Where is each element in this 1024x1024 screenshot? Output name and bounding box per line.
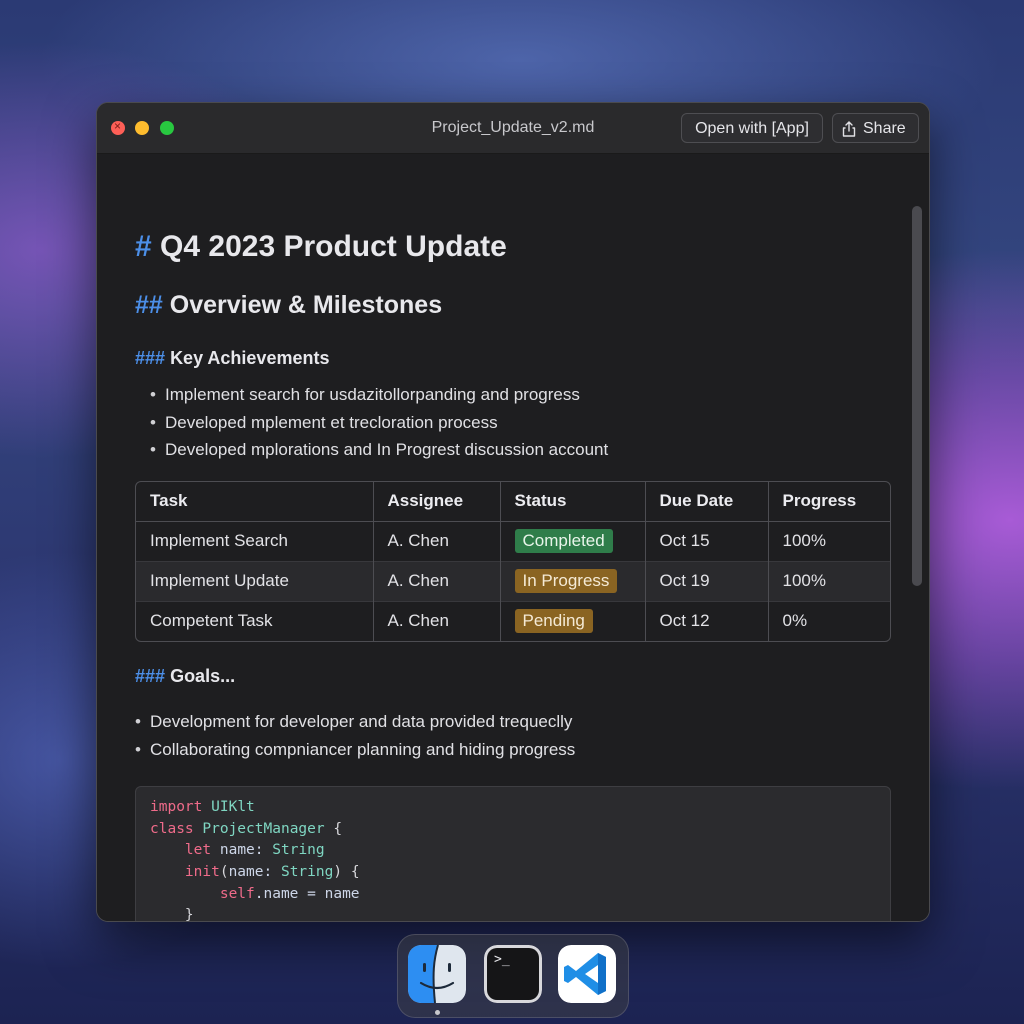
code-punct: } (184, 907, 194, 922)
code-line: class ProjectManager { (150, 821, 342, 837)
task-table: Task Assignee Status Due Date Progress I… (135, 481, 891, 642)
share-button[interactable]: Share (832, 113, 919, 143)
list-item: Developed mplorations and In Progrest di… (150, 436, 608, 464)
h1-text: Q4 2023 Product Update (160, 230, 507, 263)
goals-marker: ### (135, 666, 166, 686)
code-type: String (272, 842, 325, 858)
task-cell: Competent Task (136, 600, 374, 641)
h3-text: Key Achievements (170, 348, 330, 368)
h2-text: Overview & Milestones (169, 291, 443, 319)
running-indicator (435, 1010, 440, 1015)
assignee-cell: A. Chen (373, 560, 501, 601)
due-date-cell: Oct 19 (645, 560, 769, 601)
code-punct: ) { (333, 864, 360, 880)
vscode-icon[interactable] (558, 945, 616, 1003)
list-item: Implement search for usdazitollorpanding… (150, 381, 608, 409)
list-item: Development for developer and data provi… (135, 708, 575, 736)
vertical-scrollbar[interactable] (912, 206, 922, 586)
heading-3-achievements: ### Key Achievements (135, 348, 329, 369)
code-identifier: name: (219, 842, 264, 858)
h3-marker: ### (135, 348, 166, 368)
assignee-cell: A. Chen (373, 600, 501, 641)
code-line: } (150, 907, 194, 922)
code-keyword: import (150, 799, 203, 815)
goals-list: Development for developer and data provi… (135, 708, 575, 763)
code-keyword: let (184, 842, 212, 858)
table-row: Implement Search A. Chen Completed Oct 1… (136, 520, 890, 561)
code-punct: ( (219, 864, 229, 880)
code-line: self.name = name (150, 886, 360, 902)
status-badge-in-progress: In Progress (514, 569, 618, 593)
heading-1: # Q4 2023 Product Update (135, 230, 507, 264)
achievements-list: Implement search for usdazitollorpanding… (150, 381, 608, 464)
table-row: Implement Update A. Chen In Progress Oct… (136, 560, 890, 601)
table-header-row: Task Assignee Status Due Date Progress (136, 482, 890, 522)
status-badge-pending: Pending (514, 609, 593, 634)
progress-cell: 100% (768, 520, 890, 561)
open-with-button[interactable]: Open with [App] (681, 113, 823, 143)
assignee-cell: A. Chen (373, 520, 501, 561)
share-label: Share (863, 120, 906, 137)
heading-3-goals: ### Goals... (135, 666, 235, 687)
dock: >_ (397, 934, 629, 1018)
code-keyword: init (184, 864, 220, 880)
goals-heading-text: Goals... (170, 666, 236, 686)
list-item: Developed mplement et trecloration proce… (150, 409, 608, 437)
terminal-icon[interactable]: >_ (484, 945, 542, 1003)
code-type: ProjectManager (202, 821, 325, 837)
column-header: Due Date (645, 482, 769, 522)
h1-marker: # (135, 230, 152, 263)
progress-cell: 100% (768, 560, 890, 601)
title-bar[interactable]: Project_Update_v2.md Open with [App] Sha… (97, 103, 929, 154)
code-line: import UIKlt (150, 799, 255, 815)
markdown-window: Project_Update_v2.md Open with [App] Sha… (96, 102, 930, 922)
progress-cell: 0% (768, 600, 890, 641)
status-cell: Completed (500, 520, 646, 561)
h2-marker: ## (135, 291, 163, 319)
column-header: Status (500, 482, 646, 522)
task-cell: Implement Search (136, 520, 374, 561)
finder-icon[interactable] (408, 945, 466, 1003)
table-row: Competent Task A. Chen Pending Oct 12 0% (136, 600, 890, 641)
code-line: init(name: String) { (150, 864, 360, 880)
terminal-prompt: >_ (494, 952, 510, 967)
code-block: import UIKlt class ProjectManager { let … (135, 786, 891, 922)
status-cell: In Progress (500, 560, 646, 601)
status-cell: Pending (500, 600, 646, 641)
code-keyword: self (219, 886, 255, 902)
due-date-cell: Oct 12 (645, 600, 769, 641)
code-line: let name: String (150, 842, 325, 858)
column-header: Task (136, 482, 374, 522)
document-content[interactable]: # Q4 2023 Product Update ## Overview & M… (97, 154, 929, 921)
status-badge-completed: Completed (514, 529, 613, 553)
code-keyword: class (150, 821, 194, 837)
code-identifier: UIKlt (211, 799, 255, 815)
column-header: Assignee (373, 482, 501, 522)
code-punct: { (333, 821, 343, 837)
task-cell: Implement Update (136, 560, 374, 601)
due-date-cell: Oct 15 (645, 520, 769, 561)
code-identifier: name: (228, 864, 273, 880)
list-item: Collaborating compniancer planning and h… (135, 736, 575, 764)
share-icon (842, 121, 856, 137)
column-header: Progress (768, 482, 890, 522)
heading-2: ## Overview & Milestones (135, 291, 442, 320)
code-type: String (280, 864, 334, 880)
code-identifier: .name = name (254, 886, 360, 902)
